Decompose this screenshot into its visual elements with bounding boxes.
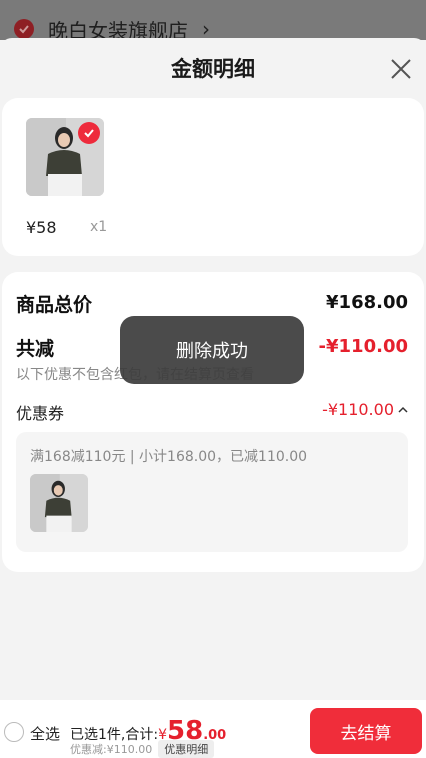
item-card: ¥58 x1	[2, 98, 424, 256]
selected-check-icon[interactable]	[78, 122, 100, 144]
discount-line: 优惠减:¥110.00 优惠明细	[70, 740, 215, 758]
coupon-box: 满168减110元 | 小计168.00，已减110.00	[16, 432, 408, 552]
coupon-toggle[interactable]: -¥110.00	[322, 400, 408, 419]
coupon-product-image	[30, 474, 88, 532]
close-button[interactable]	[388, 56, 414, 82]
coupon-value: -¥110.00	[322, 400, 394, 419]
close-icon	[391, 59, 411, 79]
coupon-product-thumbnail[interactable]	[30, 474, 88, 532]
discount-value: -¥110.00	[318, 336, 408, 357]
product-thumbnail[interactable]	[26, 118, 104, 196]
checkmark-icon	[14, 19, 34, 39]
coupon-description: 满168减110元 | 小计168.00，已减110.00	[30, 449, 308, 465]
item-quantity: x1	[90, 219, 108, 235]
checkout-bar: 全选 已选1件,合计: ¥ 58 .00 优惠减:¥110.00 优惠明细 去结…	[0, 700, 426, 758]
total-value: ¥168.00	[326, 292, 408, 313]
discount-label: 共减	[16, 338, 55, 360]
discount-amount: 优惠减:¥110.00	[70, 743, 153, 756]
item-price: ¥58	[26, 218, 57, 237]
chevron-up-icon	[398, 406, 408, 413]
toast-text: 删除成功	[176, 341, 248, 362]
toast-message: 删除成功	[120, 316, 304, 384]
select-all-label[interactable]: 全选	[30, 723, 60, 744]
coupon-label: 优惠券	[16, 404, 65, 423]
select-all-radio[interactable]	[4, 722, 24, 742]
sheet-title: 金额明细	[171, 57, 255, 81]
sheet-header: 金额明细	[0, 38, 426, 98]
total-label: 商品总价	[16, 294, 93, 316]
checkout-button[interactable]: 去结算	[310, 708, 422, 754]
amount-detail-sheet: 金额明细 ¥58 x1 商品总价 ¥168.00 共减 -¥110.00 优惠券…	[0, 38, 426, 758]
discount-detail-button[interactable]: 优惠明细	[158, 740, 215, 758]
